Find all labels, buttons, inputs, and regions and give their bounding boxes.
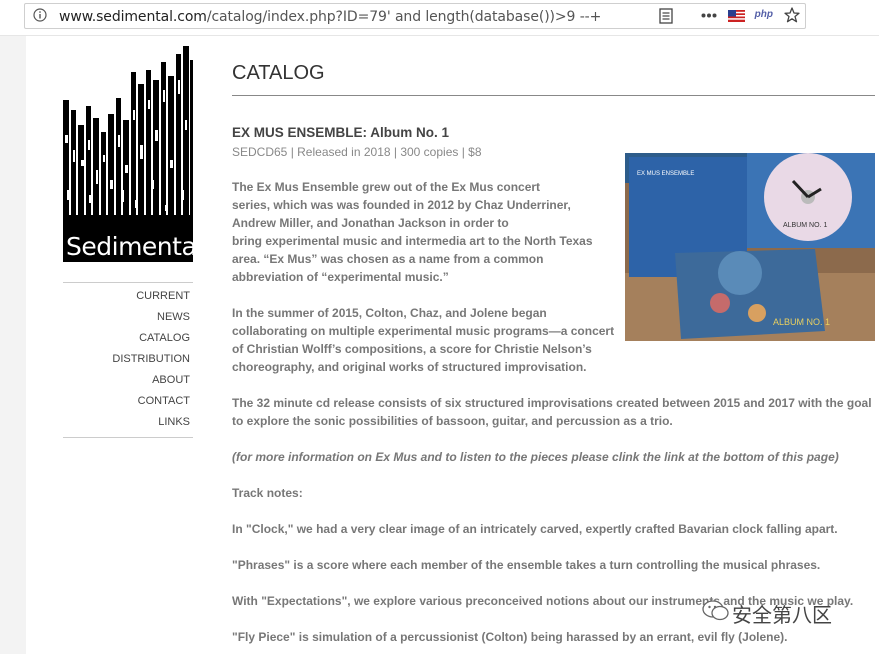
text-line: bring experimental music and intermedia … [232, 234, 593, 248]
album-title: EX MUS ENSEMBLE: Album No. 1 [232, 125, 450, 140]
address-bar[interactable]: www.sedimental.com/catalog/index.php?ID=… [24, 3, 806, 29]
php-extension-badge[interactable]: php [755, 9, 773, 20]
track-note-fly-piece: "Fly Piece" is simulation of a percussio… [232, 630, 788, 644]
text-line: The Ex Mus Ensemble grew out of the Ex M… [232, 180, 541, 194]
wechat-icon [702, 600, 729, 621]
text-line: series, which was was founded in 2012 by… [232, 198, 571, 212]
toolbar-divider [0, 35, 879, 36]
cover-title-text: EX MUS ENSEMBLE [637, 171, 694, 177]
track-note-clock: In "Clock," we had a very clear image of… [232, 522, 838, 536]
text-line: In the summer of 2015, Colton, Chaz, and… [232, 306, 547, 320]
text-line: area. “Ex Mus” was chosen as a name from… [232, 252, 544, 266]
flag-icon[interactable] [728, 10, 745, 22]
title-divider [232, 95, 875, 96]
more-icon[interactable] [701, 13, 717, 18]
text-line: abbreviation of “experimental music.” [232, 270, 449, 284]
logo-wordmark: Sedimental [66, 232, 203, 261]
album-photo: EX MUS ENSEMBLE ALBUM NO. 1 ALBUM NO. 1 [625, 153, 875, 341]
nav-distribution[interactable]: DISTRIBUTION [63, 349, 193, 370]
text-line: collaborating on multiple experimental m… [232, 324, 615, 338]
album-meta: SEDCD65 | Released in 2018 | 300 copies … [232, 145, 482, 159]
nav-catalog[interactable]: CATALOG [63, 328, 193, 349]
case-label-text: ALBUM NO. 1 [773, 317, 830, 327]
info-icon[interactable] [33, 8, 47, 22]
bookmark-star-icon[interactable] [784, 7, 800, 23]
url-text[interactable]: www.sedimental.com/catalog/index.php?ID=… [59, 9, 601, 25]
reader-view-icon[interactable] [659, 8, 673, 24]
text-line: Andrew Miller, and Jonathan Jackson in o… [232, 216, 509, 230]
site-nav: CURRENT NEWS CATALOG DISTRIBUTION ABOUT … [63, 282, 193, 438]
text-line: of Christian Wolff’s compositions, a sco… [232, 342, 592, 356]
text-line: to explore the sonic possibilities of ba… [232, 414, 673, 428]
page-title: CATALOG [232, 62, 325, 84]
more-info-note: (for more information on Ex Mus and to l… [232, 450, 839, 464]
text-line: The 32 minute cd release consists of six… [232, 396, 872, 410]
nav-about[interactable]: ABOUT [63, 370, 193, 391]
nav-news[interactable]: NEWS [63, 307, 193, 328]
track-notes-heading: Track notes: [232, 486, 303, 500]
nav-links[interactable]: LINKS [63, 412, 193, 433]
nav-contact[interactable]: CONTACT [63, 391, 193, 412]
watermark-text: 安全第八区 [732, 603, 832, 627]
nav-current[interactable]: CURRENT [63, 286, 193, 307]
text-line: choreography, and original works of stru… [232, 360, 587, 374]
disc-label-text: ALBUM NO. 1 [783, 222, 827, 229]
page-margin [0, 36, 26, 654]
sedimental-logo[interactable] [63, 40, 193, 262]
track-note-phrases: "Phrases" is a score where each member o… [232, 558, 821, 572]
